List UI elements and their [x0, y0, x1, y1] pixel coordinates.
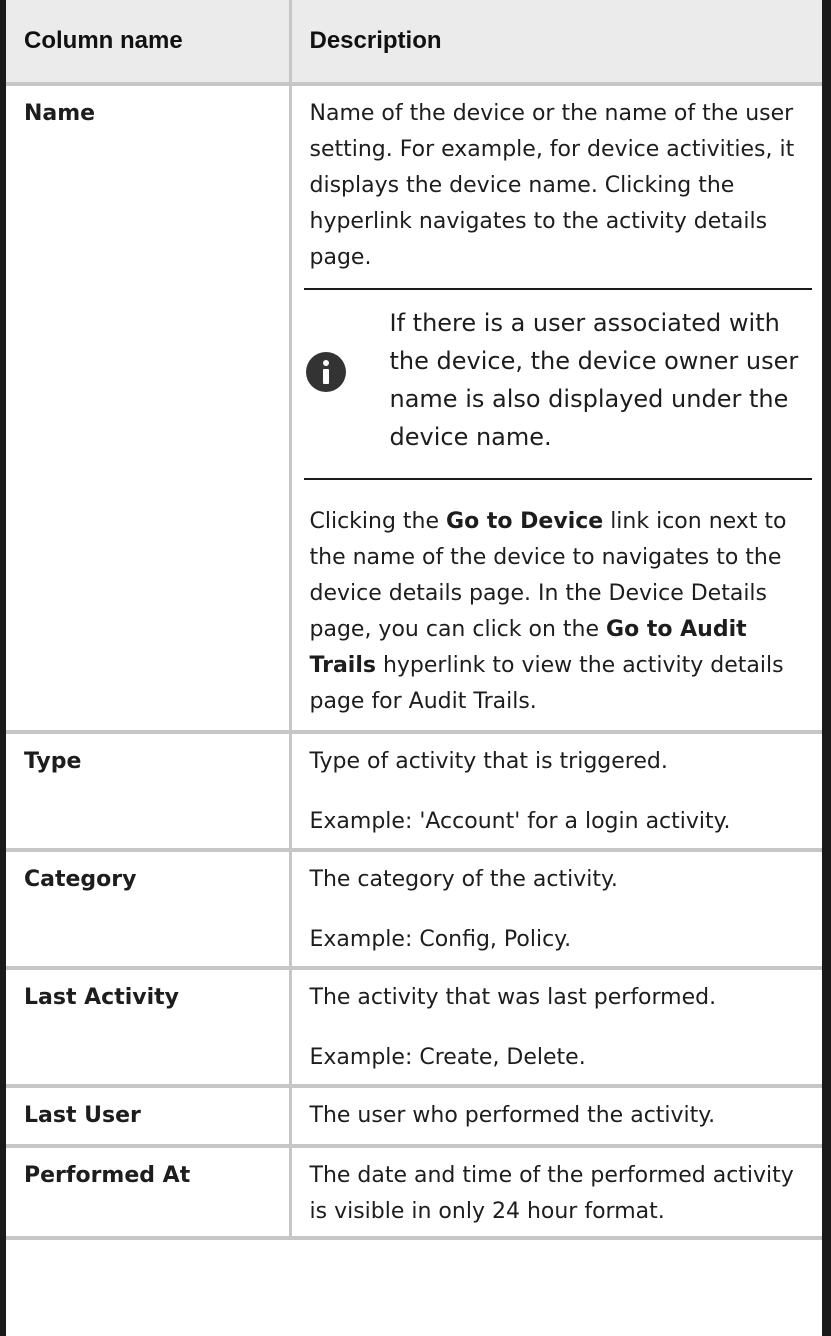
document-page: Column name Description Name Name of the… [0, 0, 831, 1336]
table-row: Last Activity The activity that was last… [6, 968, 822, 1088]
note-box: If there is a user associated with the d… [303, 288, 812, 480]
text-run: Clicking the [309, 509, 447, 534]
row-description-cell: Name of the device or the name of the us… [290, 84, 822, 734]
description-paragraph: The date and time of the performed activ… [309, 1163, 794, 1224]
description-example: Example: Create, Delete. [309, 1045, 586, 1070]
text-run: hyperlink to view the activity details p… [309, 653, 784, 714]
row-description-cell: The category of the activity. Example: C… [290, 850, 822, 970]
row-description-cell: The activity that was last performed. Ex… [290, 968, 822, 1088]
description-example: Example: Config, Policy. [309, 927, 572, 952]
header-column-name: Column name [6, 0, 292, 86]
go-to-device-term: Go to Device [446, 509, 604, 534]
table-row: Last User The user who performed the act… [6, 1086, 822, 1148]
table-row: Category The category of the activity. E… [6, 850, 822, 970]
row-description-cell: The user who performed the activity. [290, 1086, 822, 1148]
info-icon [305, 352, 346, 392]
table-row: Name Name of the device or the name of t… [6, 84, 822, 734]
description-paragraph: Type of activity that is triggered. [309, 749, 668, 774]
row-name-cell: Category [6, 850, 292, 970]
description-paragraph: Name of the device or the name of the us… [309, 101, 795, 270]
row-name-cell: Last Activity [6, 968, 292, 1088]
table-header-row: Column name Description [6, 0, 822, 86]
table-row: Type Type of activity that is triggered.… [6, 732, 822, 852]
page-edge-right [822, 0, 831, 1336]
row-description-cell: The date and time of the performed activ… [290, 1146, 822, 1240]
row-name-cell: Performed At [6, 1146, 292, 1240]
row-name-cell: Type [6, 732, 292, 852]
row-name-cell: Name [6, 84, 292, 734]
header-description: Description [290, 0, 822, 86]
row-name-cell: Last User [6, 1086, 292, 1148]
table-row: Performed At The date and time of the pe… [6, 1146, 822, 1240]
note-text: If there is a user associated with the d… [389, 309, 799, 451]
description-example: Example: 'Account' for a login activity. [309, 809, 731, 834]
column-description-table: Column name Description Name Name of the… [6, 0, 822, 1240]
description-paragraph: Clicking the Go to Device link icon next… [310, 504, 813, 720]
row-description-cell: Type of activity that is triggered. Exam… [290, 732, 822, 852]
description-paragraph: The user who performed the activity. [309, 1103, 716, 1128]
description-paragraph: The activity that was last performed. [309, 985, 717, 1010]
description-paragraph: The category of the activity. [309, 867, 618, 892]
